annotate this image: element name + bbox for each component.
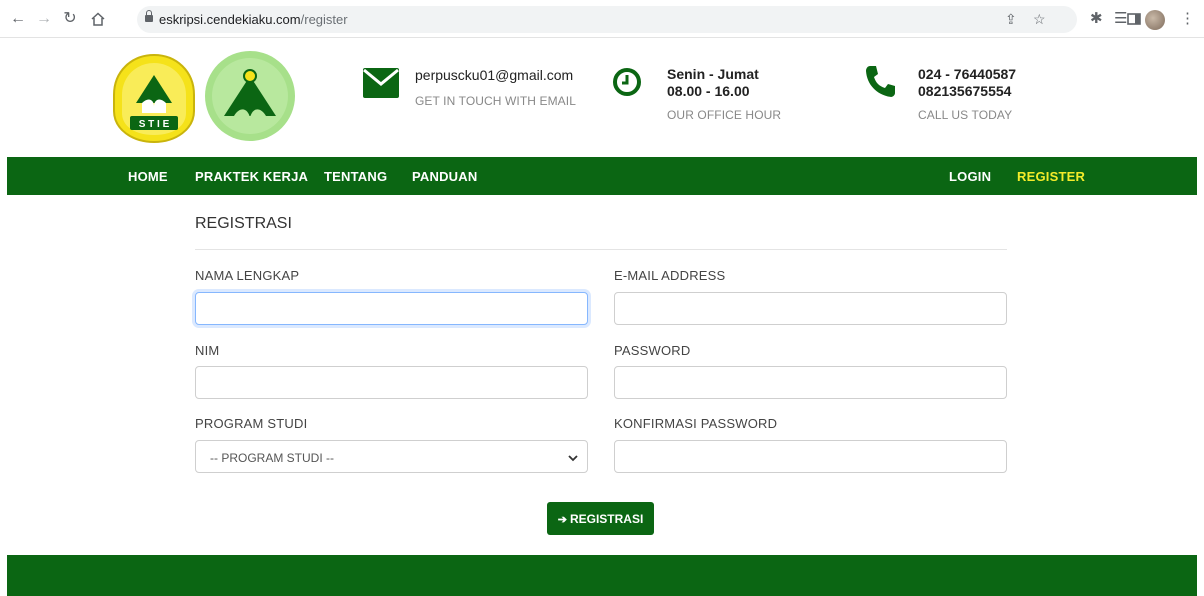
konfirmasi-password-input[interactable] [614,440,1007,473]
office-hours-sub: OUR OFFICE HOUR [667,108,782,122]
nama-lengkap-input[interactable] [195,292,588,325]
email-input[interactable] [614,292,1007,325]
nim-label: NIM [195,343,220,358]
registrasi-button[interactable]: ➔ REGISTRASI [547,502,654,535]
nav-panduan[interactable]: PANDUAN [412,169,477,184]
forward-icon[interactable]: → [34,9,54,29]
nav-login[interactable]: LOGIN [949,169,991,184]
contact-email-sub: GET IN TOUCH WITH EMAIL [415,94,576,108]
prodi-label: PROGRAM STUDI [195,416,308,431]
program-studi-select[interactable]: -- PROGRAM STUDI -- [195,440,588,473]
email-label: E-MAIL ADDRESS [614,268,726,283]
password-label: PASSWORD [614,343,691,358]
contact-email: perpuscku01@gmail.com [415,67,574,83]
nav-tentang[interactable]: TENTANG [324,169,387,184]
share-icon[interactable]: ⇪ [1005,11,1017,28]
registrasi-button-label: REGISTRASI [569,511,644,526]
office-hours: 08.00 - 16.00 [667,83,750,99]
main-navbar: HOME PRAKTEK KERJA TENTANG PANDUAN LOGIN… [7,157,1197,195]
chevron-down-icon [567,449,579,467]
extensions-icon[interactable]: ✱ [1090,9,1103,29]
nav-home[interactable]: HOME [128,169,168,184]
bookmark-star-icon[interactable]: ☆ [1033,11,1046,28]
browser-toolbar: ← → ↻ eskripsi.cendekiaku.com/register ⇪… [0,0,1204,38]
footer-bar [7,555,1197,596]
title-divider [195,249,1007,250]
page-title: REGISTRASI [195,215,292,232]
phone-number-1: 024 - 76440587 [918,66,1017,82]
side-panel-icon[interactable] [1127,9,1141,32]
home-icon[interactable] [88,9,108,29]
nama-label: NAMA LENGKAP [195,268,300,283]
email-icon [362,67,400,104]
lock-icon [145,10,153,23]
phone-number-2: 082135675554 [918,83,1012,99]
stie-logo: S T I E [112,53,196,144]
reload-icon[interactable]: ↻ [60,9,80,29]
program-studi-selected: -- PROGRAM STUDI -- [210,451,334,465]
phone-sub: CALL US TODAY [918,108,1013,122]
nav-praktek-kerja[interactable]: PRAKTEK KERJA [195,169,308,184]
nav-register[interactable]: REGISTER [1017,169,1085,184]
profile-avatar[interactable] [1145,10,1165,30]
nim-input[interactable] [195,366,588,399]
sign-in-icon: ➔ [557,513,567,526]
back-icon[interactable]: ← [8,9,28,29]
address-bar[interactable]: eskripsi.cendekiaku.com/register ⇪ ☆ [137,6,1077,33]
svg-text:S T I E: S T I E [139,119,170,130]
menu-dots-icon[interactable]: ⋮ [1180,9,1195,29]
reading-list-icon[interactable]: ☰ [1114,9,1127,29]
password-input[interactable] [614,366,1007,399]
clock-icon [612,67,642,102]
url-text: eskripsi.cendekiaku.com/register [159,12,348,27]
library-logo [204,50,296,142]
office-days: Senin - Jumat [667,66,759,82]
konfirmasi-label: KONFIRMASI PASSWORD [614,416,778,431]
phone-icon [864,64,896,103]
